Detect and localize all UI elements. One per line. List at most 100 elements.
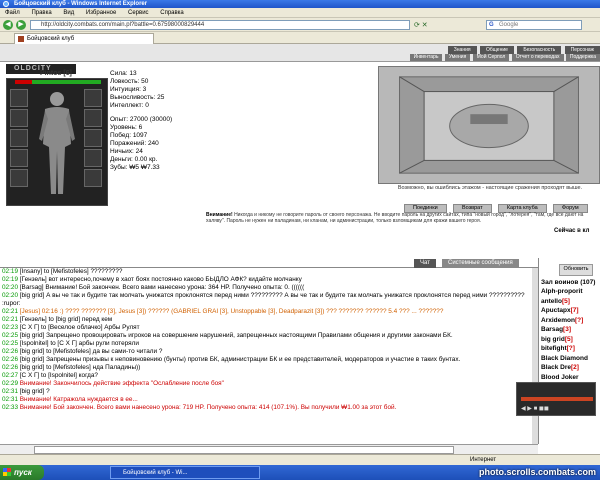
ring-slot[interactable] bbox=[84, 149, 102, 167]
online-user[interactable]: Arxidemon[?] bbox=[539, 316, 600, 326]
menu-help[interactable]: Справка bbox=[155, 10, 189, 16]
online-user[interactable]: Blood Joker bbox=[539, 373, 600, 383]
online-list: Обновить Зал воинов (107) Alph-proporit a… bbox=[538, 258, 600, 444]
chat-message-time[interactable]: 02:31 bbox=[2, 388, 18, 395]
chat-message-time[interactable]: 02:29 bbox=[2, 380, 18, 387]
taskbar-window-button[interactable]: Бойцовский клуб - Wi... bbox=[110, 466, 260, 479]
game-tab-communication[interactable]: Общение bbox=[479, 46, 514, 54]
character-frame bbox=[6, 78, 108, 206]
chat-message-time[interactable]: 02:26 bbox=[2, 356, 18, 363]
chat-message: 02:29 Внимание! Закончилось действие эфф… bbox=[0, 380, 538, 388]
game-subnav: Инвентарь Умения Мой Серпол Отчет о пере… bbox=[409, 54, 600, 62]
chat-message-time[interactable]: 02:26 bbox=[2, 364, 18, 371]
back-arrow-icon[interactable]: ◀ bbox=[3, 20, 13, 30]
earring-slot[interactable] bbox=[84, 89, 102, 107]
search-input[interactable]: G Google bbox=[486, 20, 582, 30]
chat-message-time[interactable]: 02:20 bbox=[2, 292, 18, 299]
character-name[interactable]: Pintos [6] bbox=[40, 70, 72, 77]
info-losses: Поражений: 240 bbox=[110, 140, 159, 147]
chat-message-time[interactable]: 02:19 bbox=[2, 268, 18, 275]
chat-message: 02:20 [big grid] А вы че так и будите та… bbox=[0, 292, 538, 308]
game-tab-knowledge[interactable]: Знания bbox=[447, 46, 477, 54]
hp-bar bbox=[15, 80, 101, 84]
chat-message-time[interactable]: 02:21 bbox=[2, 316, 18, 323]
subnav-serpol[interactable]: Мой Серпол bbox=[472, 54, 510, 61]
chat-message: 02:19 [Insany] to [Mefistofeles] ???????… bbox=[0, 268, 538, 276]
browser-tab[interactable]: Бойцовский клуб bbox=[14, 33, 154, 44]
online-user[interactable]: Barsag[3] bbox=[539, 325, 600, 335]
menu-edit[interactable]: Правка bbox=[26, 10, 56, 16]
chat-message: 02:21 [Гензель] to [big grid] перед кем bbox=[0, 316, 538, 324]
online-user[interactable]: bitefight[?] bbox=[539, 344, 600, 354]
menu-favorites[interactable]: Избранное bbox=[81, 10, 121, 16]
online-user[interactable]: antello[5] bbox=[539, 297, 600, 307]
chat-message-time[interactable]: 02:25 bbox=[2, 340, 18, 347]
start-button[interactable]: пуск bbox=[0, 465, 44, 480]
online-user-level: [?] bbox=[574, 316, 584, 324]
media-controls-icon[interactable]: ◀ ▶ ■ ◼◼ bbox=[521, 405, 549, 412]
chat-message-text: [Гензель] to [big grid] перед кем bbox=[19, 316, 113, 323]
online-user[interactable]: Black Diamond bbox=[539, 354, 600, 364]
chat-message-text: [big grid] ? bbox=[19, 388, 50, 395]
armor-slot[interactable] bbox=[10, 149, 28, 167]
online-user[interactable]: Alph-proporit bbox=[539, 287, 600, 297]
boots-slot[interactable] bbox=[84, 169, 102, 187]
windows-logo-icon bbox=[3, 468, 11, 476]
chat-message: 02:27 [С Х Г] to [Ispolnitel] когда? bbox=[0, 372, 538, 380]
stat-agility: Ловкость: 50 bbox=[110, 78, 149, 85]
chat-message-time[interactable]: 02:23 bbox=[2, 324, 18, 331]
tab-system-messages[interactable]: Системные сообщения bbox=[442, 259, 519, 268]
menu-view[interactable]: Вид bbox=[58, 10, 79, 16]
chat-input[interactable] bbox=[34, 446, 454, 454]
chat-message-text: [Barsag] Внимание! Бой закончен. Всего в… bbox=[19, 284, 305, 291]
menu-tools[interactable]: Сервис bbox=[123, 10, 154, 16]
tab-favicon-icon bbox=[18, 36, 24, 42]
subnav-transfers[interactable]: Отчет о переводах bbox=[511, 54, 564, 61]
chat-message-text: [Гензель] вот интересно,почему в хаот бо… bbox=[19, 276, 302, 283]
chat-message: 02:20 [Barsag] Внимание! Бой закончен. В… bbox=[0, 284, 538, 292]
gloves-slot[interactable] bbox=[84, 109, 102, 127]
chat-message-text: [big grid] А вы че так и будите так молч… bbox=[2, 292, 525, 307]
game-tab-security[interactable]: Безопасность bbox=[517, 46, 562, 54]
media-progress-bar[interactable] bbox=[521, 397, 593, 401]
helmet-slot[interactable] bbox=[10, 89, 28, 107]
address-input[interactable]: http://oldcity.combats.com/main.pl?battl… bbox=[30, 20, 410, 30]
game-tab-character[interactable]: Персонаж bbox=[564, 46, 600, 54]
refresh-icon[interactable]: ⟳ ✕ bbox=[414, 21, 428, 29]
subnav-inventory[interactable]: Инвентарь bbox=[409, 54, 443, 61]
refresh-button[interactable]: Обновить bbox=[559, 264, 593, 276]
tab-chat[interactable]: Чат bbox=[414, 259, 436, 268]
shield-slot[interactable] bbox=[84, 129, 102, 147]
online-user[interactable]: big grid[5] bbox=[539, 335, 600, 345]
chat-message-time[interactable]: 02:33 bbox=[2, 404, 18, 411]
chat-message: 02:26 [big grid] to [Mefistofeles] да вы… bbox=[0, 348, 538, 356]
chat-message-text: [big grid] Запрещено провоцировать игрок… bbox=[19, 332, 453, 339]
menu-file[interactable]: Файл bbox=[0, 10, 25, 16]
chat-message-time[interactable]: 02:21 bbox=[2, 308, 18, 315]
stat-endurance: Выносливость: 25 bbox=[110, 94, 165, 101]
chat-message-time[interactable]: 02:26 bbox=[2, 348, 18, 355]
chat-message: 02:31 Внимание! Катражола нуждается в ее… bbox=[0, 396, 538, 404]
chat-message-time[interactable]: 02:20 bbox=[2, 284, 18, 291]
subnav-skills[interactable]: Умения bbox=[444, 54, 471, 61]
online-user-level: [7] bbox=[570, 307, 579, 314]
chat-message-time[interactable]: 02:19 bbox=[2, 276, 18, 283]
chat-message-time[interactable]: 02:31 bbox=[2, 396, 18, 403]
forward-arrow-icon[interactable]: ▶ bbox=[16, 20, 26, 30]
online-user-name: antello bbox=[541, 297, 562, 305]
info-money: Деньги: 0.00 кр. bbox=[110, 156, 158, 163]
chat-message-time[interactable]: 02:27 bbox=[2, 372, 18, 379]
chat-message-text: Внимание! Закончилось действие эффекта "… bbox=[19, 380, 224, 387]
arena-map[interactable] bbox=[378, 66, 600, 184]
belt-slot[interactable] bbox=[10, 169, 28, 187]
online-user[interactable]: Apuctapx[7] bbox=[539, 306, 600, 316]
subnav-support[interactable]: Поддержка bbox=[565, 54, 600, 61]
online-user-name: Blood Joker bbox=[541, 373, 579, 381]
online-user-level: [?] bbox=[566, 345, 575, 352]
weapon-slot[interactable] bbox=[10, 129, 28, 147]
media-player[interactable]: ◀ ▶ ■ ◼◼ bbox=[516, 382, 596, 416]
online-user[interactable]: Black Dre[2] bbox=[539, 363, 600, 373]
online-user-level: [2] bbox=[571, 364, 579, 371]
chat-message-time[interactable]: 02:25 bbox=[2, 332, 18, 339]
amulet-slot[interactable] bbox=[10, 109, 28, 127]
